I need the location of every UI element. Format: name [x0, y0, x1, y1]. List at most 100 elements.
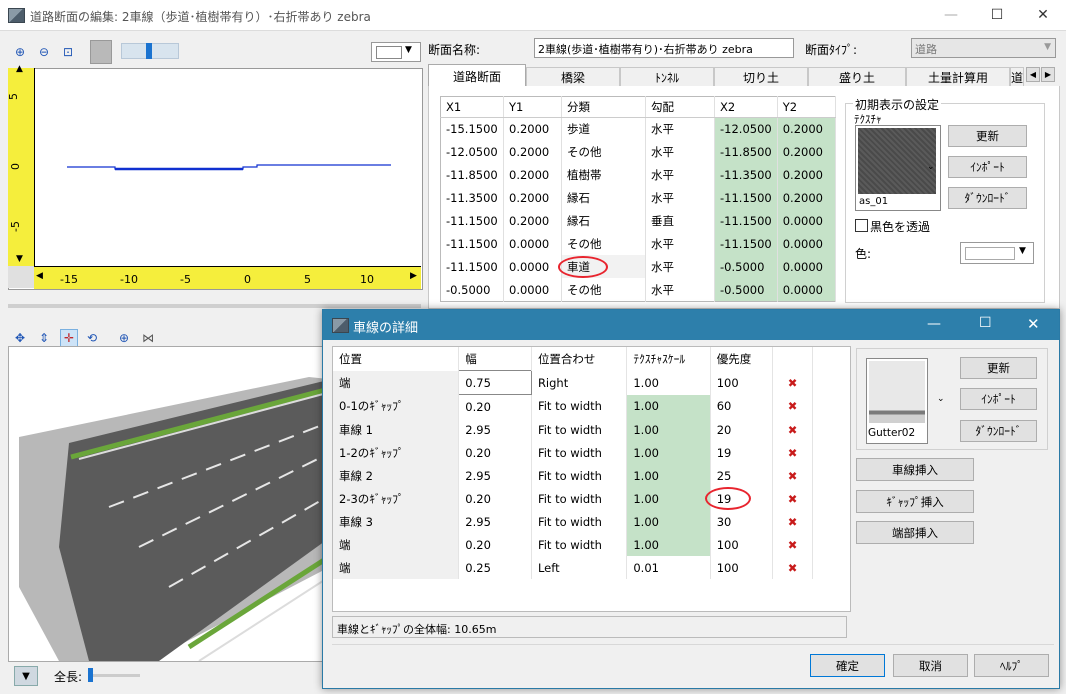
cell-position[interactable]: 車線 1 [333, 418, 460, 441]
table-row[interactable]: 1-2のｷﾞｬｯﾌﾟ 0.20 Fit to width 1.00 19 ✖ [333, 441, 813, 464]
lane-import-button[interactable]: ｲﾝﾎﾟｰﾄ [960, 388, 1037, 410]
cell-x2[interactable]: -11.1500 [714, 232, 778, 256]
cell-y2[interactable]: 0.2000 [777, 117, 836, 141]
column-header[interactable]: 分類 [561, 96, 646, 118]
cell-x1[interactable]: -15.1500 [440, 117, 504, 141]
cell-x1[interactable]: -11.1500 [440, 232, 504, 256]
cell-x1[interactable]: -11.3500 [440, 186, 504, 210]
help-button[interactable]: ﾍﾙﾌﾟ [974, 654, 1049, 677]
table-row[interactable]: -0.5000 0.0000 その他 水平 -0.5000 0.0000 [440, 278, 836, 302]
column-header[interactable]: 位置 [333, 347, 460, 371]
cell-y1[interactable]: 0.2000 [503, 186, 562, 210]
cell-texture-scale[interactable]: 1.00 [626, 441, 711, 464]
length-slider-thumb[interactable] [88, 668, 93, 682]
rotate-icon[interactable]: ⟲ [84, 330, 100, 346]
fit-view-icon[interactable]: ⋈ [140, 330, 156, 346]
cell-x1[interactable]: -11.1500 [440, 209, 504, 233]
table-row[interactable]: -12.0500 0.2000 その他 水平 -11.8500 0.2000 [440, 140, 836, 164]
column-header[interactable]: 優先度 [710, 347, 774, 371]
cell-y1[interactable]: 0.2000 [503, 140, 562, 164]
zoom-3d-icon[interactable]: ⊕ [116, 330, 132, 346]
cell-alignment[interactable]: Fit to width [531, 464, 628, 487]
dialog-minimize-icon[interactable]: — [927, 316, 941, 332]
cell-y1[interactable]: 0.0000 [503, 232, 562, 256]
cell-y1[interactable]: 0.0000 [503, 255, 562, 279]
zoom-slider[interactable] [121, 43, 179, 59]
cell-width[interactable]: 2.95 [458, 464, 532, 487]
cell-position[interactable]: 車線 3 [333, 510, 460, 533]
tab-earthwork[interactable]: 土量計算用 [906, 67, 1010, 87]
delete-row-icon[interactable]: ✖ [772, 556, 813, 579]
cell-x2[interactable]: -11.8500 [714, 140, 778, 164]
cell-texture-scale[interactable]: 1.00 [626, 464, 711, 487]
cell-slope[interactable]: 水平 [645, 278, 715, 302]
cell-width[interactable]: 0.25 [458, 556, 532, 579]
cell-priority[interactable]: 100 [710, 533, 774, 556]
panel-splitter[interactable] [8, 304, 421, 308]
table-row[interactable]: 2-3のｷﾞｬｯﾌﾟ 0.20 Fit to width 1.00 19 ✖ [333, 487, 813, 510]
cell-slope[interactable]: 水平 [645, 255, 715, 279]
cell-y2[interactable]: 0.0000 [777, 278, 836, 302]
line-color-dropdown[interactable]: ▼ [371, 42, 421, 62]
move-icon[interactable]: ✛ [60, 329, 78, 347]
cell-slope[interactable]: 垂直 [645, 209, 715, 233]
cell-texture-scale[interactable]: 1.00 [626, 418, 711, 441]
update-button[interactable]: 更新 [948, 125, 1027, 147]
move-up-down-icon[interactable]: ⇕ [36, 330, 52, 346]
table-row[interactable]: -15.1500 0.2000 歩道 水平 -12.0500 0.2000 [440, 117, 836, 141]
delete-row-icon[interactable]: ✖ [772, 394, 813, 418]
cell-alignment[interactable]: Fit to width [531, 418, 628, 441]
length-slider[interactable] [88, 668, 140, 682]
cell-y2[interactable]: 0.0000 [777, 209, 836, 233]
section-name-input[interactable]: 2車線(歩道･植樹帯有り)･右折帯あり zebra [534, 38, 794, 58]
cell-texture-scale[interactable]: 1.00 [626, 510, 711, 533]
cell-width[interactable]: 0.20 [458, 487, 532, 510]
cell-x1[interactable]: -11.8500 [440, 163, 504, 187]
pan-icon[interactable]: ✥ [12, 330, 28, 346]
table-row-selected[interactable]: -11.1500 0.0000 車道 水平 -0.5000 0.0000 [440, 255, 836, 279]
delete-row-icon[interactable]: ✖ [772, 533, 813, 556]
cell-category[interactable]: その他 [561, 232, 646, 256]
cross-section-plot[interactable] [8, 68, 423, 290]
insert-gap-button[interactable]: ｷﾞｬｯﾌﾟ挿入 [856, 490, 974, 513]
tab-tunnel[interactable]: ﾄﾝﾈﾙ [620, 67, 714, 87]
lane-update-button[interactable]: 更新 [960, 357, 1037, 379]
column-header[interactable]: Y1 [503, 96, 562, 118]
segment-table[interactable]: X1 Y1 分類 勾配 X2 Y2 -15.1500 0.2000 歩道 水平 -12.… [440, 96, 836, 303]
tab-cut[interactable]: 切り土 [714, 67, 808, 87]
minimize-icon[interactable]: — [928, 0, 974, 30]
cell-slope[interactable]: 水平 [645, 186, 715, 210]
tab-scroll-right-icon[interactable]: ▶ [1041, 67, 1055, 82]
table-row[interactable]: -11.3500 0.2000 縁石 水平 -11.1500 0.2000 [440, 186, 836, 210]
table-row[interactable]: 車線 3 2.95 Fit to width 1.00 30 ✖ [333, 510, 813, 533]
table-row[interactable]: -11.8500 0.2000 植樹帯 水平 -11.3500 0.2000 [440, 163, 836, 187]
cell-position[interactable]: 0-1のｷﾞｬｯﾌﾟ [333, 394, 460, 418]
table-row[interactable]: 車線 1 2.95 Fit to width 1.00 20 ✖ [333, 418, 813, 441]
table-row[interactable]: 端 0.20 Fit to width 1.00 100 ✖ [333, 533, 813, 556]
cell-priority[interactable]: 100 [710, 370, 774, 395]
cancel-button[interactable]: 取消 [893, 654, 968, 677]
cell-y2[interactable]: 0.0000 [777, 232, 836, 256]
cell-category[interactable]: 縁石 [561, 209, 646, 233]
column-header[interactable]: ﾃｸｽﾁｬｽｹｰﾙ [626, 347, 711, 371]
cell-position[interactable]: 端 [333, 533, 460, 556]
cell-alignment[interactable]: Fit to width [531, 510, 628, 533]
cell-width[interactable]: 0.20 [458, 441, 532, 464]
delete-row-icon[interactable]: ✖ [772, 418, 813, 441]
zoom-slider-thumb[interactable] [146, 43, 152, 59]
cell-category[interactable]: 縁石 [561, 186, 646, 210]
cell-y2[interactable]: 0.2000 [777, 163, 836, 187]
delete-row-icon[interactable]: ✖ [772, 487, 813, 510]
grid-toggle-icon[interactable] [90, 40, 112, 64]
cell-priority[interactable]: 20 [710, 418, 774, 441]
cell-alignment[interactable]: Fit to width [531, 394, 628, 418]
cell-category[interactable]: その他 [561, 140, 646, 164]
column-header[interactable]: 勾配 [645, 96, 715, 118]
table-row[interactable]: -11.1500 0.2000 縁石 垂直 -11.1500 0.0000 [440, 209, 836, 233]
tab-scroll-left-icon[interactable]: ◀ [1026, 67, 1040, 82]
tab-road-section[interactable]: 道路断面 [428, 64, 526, 87]
cell-width[interactable]: 0.20 [458, 394, 532, 418]
cell-y1[interactable]: 0.0000 [503, 278, 562, 302]
lane-download-button[interactable]: ﾀﾞｳﾝﾛｰﾄﾞ [960, 420, 1037, 442]
color-dropdown[interactable]: ▼ [960, 242, 1034, 264]
